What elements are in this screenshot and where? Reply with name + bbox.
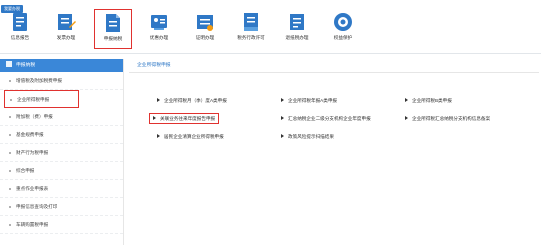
sidebar-item-label: 附加税（费）申报 — [16, 114, 53, 119]
link-label: 企业所得税B类申报 — [412, 98, 452, 103]
sidebar-item-property-behavior-tax[interactable]: 财产行为税申报 — [0, 144, 123, 162]
tool-label: 优惠办理 — [149, 35, 169, 40]
sidebar-item-label: 重点作业申报表 — [16, 186, 49, 191]
menu-icon — [6, 61, 12, 67]
invoice-icon — [58, 14, 76, 30]
link-branch-filing[interactable]: 企业所得税汇总纳税分支机构信息备案 — [405, 114, 490, 123]
sidebar-item-corporate-income-tax[interactable]: 企业所得税申报 — [4, 90, 79, 108]
sidebar-item-vat[interactable]: 增值税及附加税费申报 — [0, 72, 123, 90]
sidebar-item-label: 财产行为税申报 — [16, 150, 49, 155]
tool-label: 税务行政许可 — [237, 35, 265, 40]
link-annual-a[interactable]: 企业所得税年报A类申报 — [281, 96, 337, 105]
bullet-icon — [9, 80, 11, 82]
bullet-icon — [9, 170, 11, 172]
sidebar: 申报纳税 增值税及附加税费申报 企业所得税申报 附加税（费）申报 基金规费申报 … — [0, 59, 124, 245]
sidebar-item-query-print[interactable]: 申报信息查询及打印 — [0, 198, 123, 216]
triangle-right-icon — [157, 98, 160, 102]
triangle-right-icon — [405, 116, 408, 120]
tool-invoice[interactable]: 发票办理 — [47, 9, 85, 49]
tool-label: 权益保护 — [333, 35, 353, 40]
link-liquidation[interactable]: 居民企业清算企业所得税申报 — [157, 132, 224, 141]
link-label: 企业所得税汇总纳税分支机构信息备案 — [412, 116, 491, 121]
sidebar-item-fund-fees[interactable]: 基金规费申报 — [0, 126, 123, 144]
tool-label: 证明办理 — [195, 35, 215, 40]
sidebar-item-label: 基金规费申报 — [16, 132, 44, 137]
tool-certificate[interactable]: 证明办理 — [186, 9, 224, 49]
triangle-right-icon — [281, 134, 284, 138]
link-b-type[interactable]: 企业所得税B类申报 — [405, 96, 452, 105]
sidebar-item-key-work[interactable]: 重点作业申报表 — [0, 180, 123, 198]
info-report-icon — [13, 13, 27, 31]
triangle-right-icon — [281, 116, 284, 120]
link-quarterly-a[interactable]: 企业所得税月（季）度A类申报 — [157, 96, 227, 105]
tool-info-report[interactable]: 信息报告 — [1, 9, 39, 49]
link-label: 政策风险提示扫描结果 — [288, 134, 334, 139]
tool-tax-declare[interactable]: 申报纳税 — [94, 9, 132, 49]
link-branch-annual[interactable]: 汇总纳税企业二级分支机构企业年度申报 — [281, 114, 371, 123]
bullet-icon — [9, 188, 11, 190]
link-related-party-report[interactable]: 关联业务往来年度报告申报 — [149, 113, 220, 124]
tax-declare-icon — [106, 14, 120, 32]
tool-label: 信息报告 — [10, 35, 30, 40]
refund-icon — [290, 14, 304, 30]
bullet-icon — [9, 206, 11, 208]
tool-admin-license[interactable]: 税务行政许可 — [232, 9, 270, 49]
sidebar-item-surcharge[interactable]: 附加税（费）申报 — [0, 108, 123, 126]
link-label: 汇总纳税企业二级分支机构企业年度申报 — [288, 116, 371, 121]
sidebar-title: 申报纳税 — [16, 63, 36, 68]
sidebar-item-label: 申报信息查询及打印 — [16, 204, 58, 209]
link-policy-risk[interactable]: 政策风险提示扫描结果 — [281, 132, 334, 141]
main-title: 企业所得税申报 — [129, 59, 539, 73]
tool-label: 退抵税办理 — [285, 35, 309, 40]
top-toolbar: 我要办税 信息报告 发票办理 申报纳税 优惠办理 证明办理 税务行政许可 退抵税… — [0, 0, 541, 54]
link-label: 企业所得税年报A类申报 — [288, 98, 338, 103]
triangle-right-icon — [153, 116, 156, 120]
bullet-icon — [9, 116, 11, 118]
bullet-icon — [9, 224, 11, 226]
sidebar-item-label: 增值税及附加税费申报 — [16, 78, 62, 83]
tool-label: 申报纳税 — [103, 36, 123, 41]
link-label: 企业所得税月（季）度A类申报 — [164, 98, 227, 103]
link-label: 居民企业清算企业所得税申报 — [164, 134, 224, 139]
sidebar-item-comprehensive[interactable]: 综合申报 — [0, 162, 123, 180]
sidebar-item-label: 企业所得税申报 — [17, 97, 50, 102]
tool-rights-protection[interactable]: 权益保护 — [324, 9, 362, 49]
sidebar-item-vehicle-purchase-tax[interactable]: 车辆购置税申报 — [0, 216, 123, 234]
bullet-icon — [9, 152, 11, 154]
bullet-icon — [9, 134, 11, 136]
certificate-icon — [197, 15, 213, 31]
triangle-right-icon — [281, 98, 284, 102]
tool-refund[interactable]: 退抵税办理 — [278, 9, 316, 49]
sidebar-item-label: 车辆购置税申报 — [16, 222, 49, 227]
preferential-icon — [151, 15, 167, 30]
bullet-icon — [10, 99, 12, 101]
tool-preferential[interactable]: 优惠办理 — [140, 9, 178, 49]
tool-label: 发票办理 — [56, 35, 76, 40]
sidebar-header: 申报纳税 — [0, 59, 123, 72]
sidebar-item-label: 综合申报 — [16, 168, 35, 173]
main-panel: 企业所得税申报 企业所得税月（季）度A类申报 企业所得税年报A类申报 企业所得税… — [129, 59, 539, 245]
rights-protection-icon — [334, 13, 352, 31]
triangle-right-icon — [405, 98, 408, 102]
link-label: 关联业务往来年度报告申报 — [160, 116, 216, 121]
admin-license-icon — [244, 13, 258, 31]
triangle-right-icon — [157, 134, 160, 138]
